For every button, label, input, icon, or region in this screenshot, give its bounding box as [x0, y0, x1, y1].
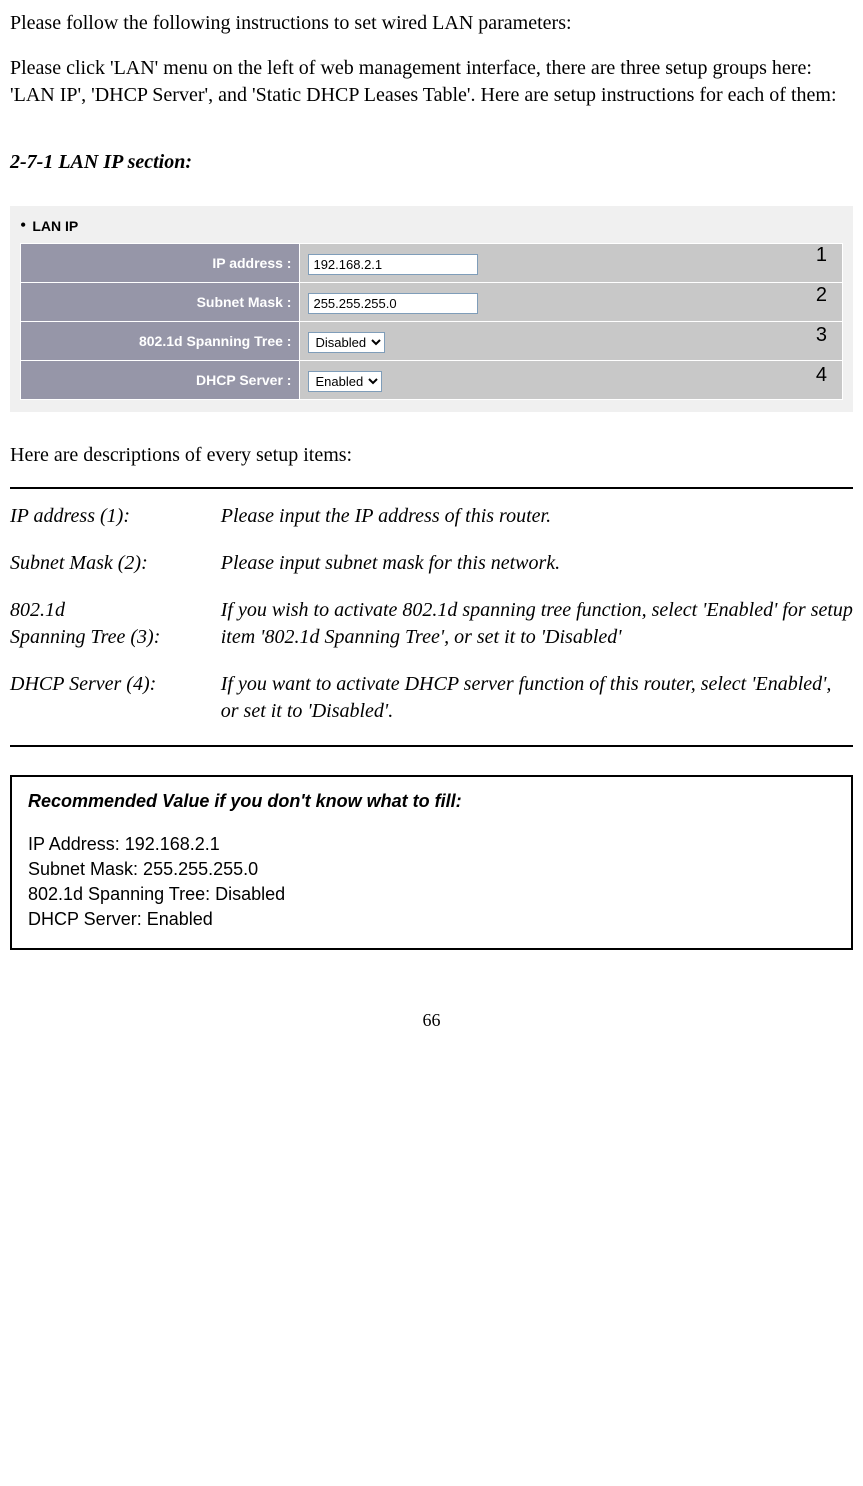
recommended-heading: Recommended Value if you don't know what…	[28, 791, 835, 812]
label-dhcp-server: DHCP Server :	[21, 361, 300, 400]
rec-dhcp: DHCP Server: Enabled	[28, 909, 835, 930]
annotation-3: 3	[816, 324, 827, 347]
desc-term-dhcp: DHCP Server (4):	[10, 671, 221, 731]
descriptions-table: IP address (1): Please input the IP addr…	[10, 503, 853, 731]
recommended-box: Recommended Value if you don't know what…	[10, 775, 853, 950]
desc-def-ip: Please input the IP address of this rout…	[221, 503, 853, 550]
rec-subnet: Subnet Mask: 255.255.255.0	[28, 859, 835, 880]
dhcp-server-select[interactable]: Enabled	[308, 371, 382, 392]
config-row-ip: IP address :	[21, 244, 843, 283]
annotation-2: 2	[816, 284, 827, 307]
desc-def-spanning: If you wish to activate 802.1d spanning …	[221, 597, 853, 671]
annotation-1: 1	[816, 244, 827, 267]
rec-spanning: 802.1d Spanning Tree: Disabled	[28, 884, 835, 905]
desc-intro: Here are descriptions of every setup ite…	[10, 442, 853, 469]
desc-def-subnet: Please input subnet mask for this networ…	[221, 550, 853, 597]
lan-ip-heading: LAN IP	[32, 218, 78, 234]
section-heading: 2-7-1 LAN IP section:	[10, 149, 853, 176]
page-number: 66	[10, 1010, 853, 1031]
spanning-tree-select[interactable]: Disabled	[308, 332, 385, 353]
lan-ip-screenshot: • LAN IP IP address : Subnet Mask : 802.1…	[10, 206, 853, 412]
annotation-4: 4	[816, 364, 827, 387]
desc-term-subnet: Subnet Mask (2):	[10, 550, 221, 597]
rec-ip: IP Address: 192.168.2.1	[28, 834, 835, 855]
config-table: IP address : Subnet Mask : 802.1d Spanni…	[20, 243, 843, 400]
divider-bottom	[10, 745, 853, 747]
subnet-mask-input[interactable]	[308, 293, 478, 314]
divider-top	[10, 487, 853, 489]
intro-paragraph-2: Please click 'LAN' menu on the left of w…	[10, 55, 853, 109]
label-subnet-mask: Subnet Mask :	[21, 283, 300, 322]
intro-paragraph-1: Please follow the following instructions…	[10, 10, 853, 37]
label-spanning-tree: 802.1d Spanning Tree :	[21, 322, 300, 361]
ip-address-input[interactable]	[308, 254, 478, 275]
desc-term-spanning: 802.1dSpanning Tree (3):	[10, 597, 221, 671]
config-row-spanning-tree: 802.1d Spanning Tree : Disabled	[21, 322, 843, 361]
config-row-dhcp: DHCP Server : Enabled	[21, 361, 843, 400]
desc-term-ip: IP address (1):	[10, 503, 221, 550]
bullet-icon: •	[20, 215, 26, 235]
config-row-subnet: Subnet Mask :	[21, 283, 843, 322]
desc-def-dhcp: If you want to activate DHCP server func…	[221, 671, 853, 731]
label-ip-address: IP address :	[21, 244, 300, 283]
